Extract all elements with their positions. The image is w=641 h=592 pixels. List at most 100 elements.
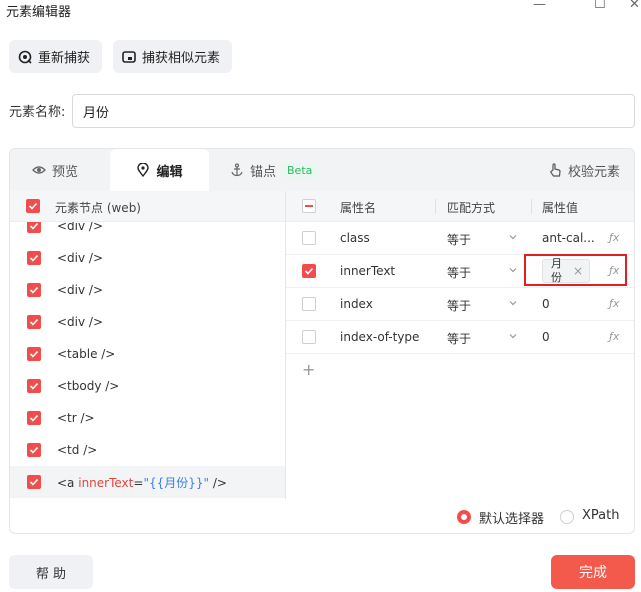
attribute-value[interactable]: ant-cal...: [542, 231, 595, 245]
node-label: <tbody />: [57, 379, 120, 393]
select-all-attributes-checkbox[interactable]: [302, 199, 316, 213]
attribute-checkbox[interactable]: [302, 297, 316, 311]
node-label-anchor: <a innerText="{{月份}}" />: [57, 474, 227, 491]
fx-icon[interactable]: ƒx: [609, 231, 619, 244]
editor-panel: 预览 编辑 锚点 Beta 校验元素 元素节点 (web: [9, 148, 635, 534]
attribute-name: innerText: [340, 264, 396, 278]
validate-element-button[interactable]: 校验元素: [548, 149, 620, 191]
node-checkbox[interactable]: [27, 411, 41, 425]
node-label: <div />: [57, 283, 104, 297]
tab-preview[interactable]: 预览: [32, 149, 78, 191]
node-panel: 元素节点 (web) <div /> <div /> <div /> <div …: [10, 191, 286, 499]
close-button[interactable]: ✕: [629, 0, 640, 12]
window-title: 元素编辑器: [6, 5, 72, 20]
select-all-nodes-checkbox[interactable]: [26, 199, 40, 213]
capture-similar-button[interactable]: 捕获相似元素: [113, 40, 232, 73]
attribute-checkbox[interactable]: [302, 231, 316, 245]
match-mode-select[interactable]: 等于: [447, 330, 471, 347]
chevron-down-icon[interactable]: [508, 231, 518, 241]
attribute-name: index-of-type: [340, 330, 420, 344]
maximize-button[interactable]: ☐: [594, 0, 606, 12]
attribute-checkbox[interactable]: [302, 330, 316, 344]
tab-anchor-label: 锚点: [250, 164, 277, 180]
element-name-label: 元素名称:: [9, 105, 66, 120]
node-panel-header-overlay: 元素节点 (web): [10, 191, 285, 222]
attribute-row: index 等于 0 ƒx: [286, 288, 634, 321]
node-row[interactable]: <div />: [10, 274, 285, 306]
node-row[interactable]: <tbody />: [10, 370, 285, 402]
chevron-down-icon[interactable]: [508, 330, 518, 340]
node-row[interactable]: <div />: [10, 242, 285, 274]
node-attr-value: "{{月份}}": [143, 475, 210, 490]
node-checkbox[interactable]: [27, 283, 41, 297]
recapture-button[interactable]: 重新捕获: [9, 40, 102, 73]
element-name-input[interactable]: [72, 94, 635, 128]
attribute-value[interactable]: 0: [542, 297, 550, 311]
node-label: <table />: [57, 347, 116, 361]
attribute-row: index-of-type 等于 0 ƒx: [286, 321, 634, 354]
node-checkbox[interactable]: [27, 347, 41, 361]
location-pin-icon: [136, 163, 150, 177]
attribute-row: class 等于 ant-cal... ƒx: [286, 222, 634, 255]
recapture-icon: [17, 49, 33, 65]
header-divider: [531, 199, 532, 214]
node-tag-open: <a: [57, 475, 79, 490]
xpath-radio[interactable]: [560, 510, 574, 524]
node-row-selected[interactable]: <a innerText="{{月份}}" />: [10, 466, 285, 498]
header-divider: [435, 199, 436, 214]
match-mode-select[interactable]: 等于: [447, 264, 471, 281]
node-checkbox[interactable]: [27, 443, 41, 457]
node-row[interactable]: <div />: [10, 306, 285, 338]
eye-icon: [32, 163, 46, 177]
done-button[interactable]: 完成: [551, 555, 635, 589]
attribute-name: class: [340, 231, 370, 245]
fx-icon[interactable]: ƒx: [609, 330, 619, 343]
node-panel-title: 元素节点 (web): [55, 201, 141, 215]
header-match-mode: 匹配方式: [447, 201, 496, 215]
node-tag-close: />: [209, 475, 227, 490]
node-checkbox[interactable]: [27, 379, 41, 393]
xpath-label: XPath: [582, 508, 620, 523]
node-row[interactable]: <tr />: [10, 402, 285, 434]
help-button[interactable]: 帮 助: [9, 555, 93, 589]
tab-edit[interactable]: 编辑: [110, 149, 209, 191]
node-checkbox[interactable]: [27, 475, 41, 489]
capture-similar-label: 捕获相似元素: [142, 51, 221, 66]
default-selector-radio[interactable]: [457, 510, 471, 524]
chevron-down-icon[interactable]: [508, 264, 518, 274]
header-attr-name: 属性名: [340, 201, 377, 215]
node-checkbox[interactable]: [27, 251, 41, 265]
node-row[interactable]: <table />: [10, 338, 285, 370]
node-label: <div />: [57, 251, 104, 265]
minimize-button[interactable]: —: [533, 0, 546, 12]
tab-bar: 预览 编辑 锚点 Beta 校验元素: [10, 149, 634, 191]
fx-icon[interactable]: ƒx: [609, 297, 619, 310]
recapture-label: 重新捕获: [38, 51, 91, 66]
tab-anchor[interactable]: 锚点 Beta: [230, 149, 318, 191]
node-label: <div />: [57, 315, 104, 329]
match-mode-select[interactable]: 等于: [447, 231, 471, 248]
hand-pointer-icon: [548, 163, 562, 177]
validate-element-label: 校验元素: [568, 164, 621, 180]
attribute-checkbox[interactable]: [302, 264, 316, 278]
tab-preview-label: 预览: [52, 164, 79, 180]
node-attr-name: innerText: [78, 475, 134, 490]
node-label: <tr />: [57, 411, 95, 425]
anchor-icon: [230, 163, 244, 177]
attribute-name: index: [340, 297, 373, 311]
tab-edit-label: 编辑: [156, 164, 183, 180]
match-mode-select[interactable]: 等于: [447, 297, 471, 314]
chevron-down-icon[interactable]: [508, 297, 518, 307]
header-attr-value: 属性值: [542, 201, 579, 215]
node-row[interactable]: <td />: [10, 434, 285, 466]
node-label: <td />: [57, 443, 98, 457]
capture-similar-icon: [121, 49, 137, 65]
highlight-box: [524, 254, 627, 286]
attribute-panel: 属性名 匹配方式 属性值 class 等于 ant-cal... ƒx inne…: [286, 191, 634, 499]
attribute-table-header: 属性名 匹配方式 属性值: [286, 191, 634, 222]
add-attribute-button[interactable]: +: [302, 360, 315, 379]
attribute-value[interactable]: 0: [542, 330, 550, 344]
default-selector-label: 默认选择器: [479, 512, 545, 527]
beta-badge: Beta: [282, 162, 318, 178]
node-checkbox[interactable]: [27, 315, 41, 329]
